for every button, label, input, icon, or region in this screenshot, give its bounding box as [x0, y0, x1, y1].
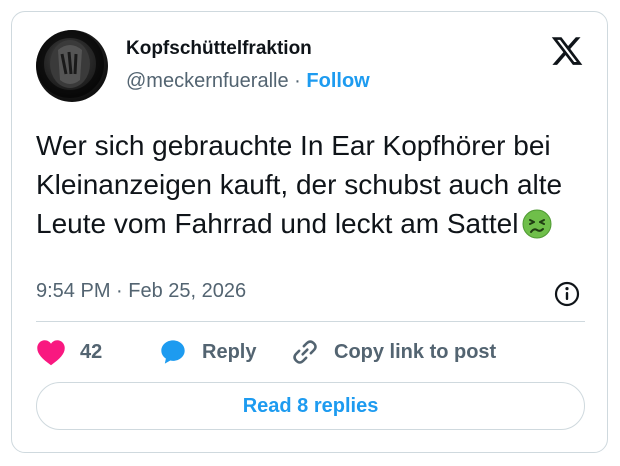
- tweet-text: Wer sich gebrauchte In Ear Kopfhörer bei…: [36, 126, 591, 243]
- tweet-card: Kopfschüttelfraktion @meckernfueralle · …: [11, 11, 608, 453]
- reply-bubble-icon: [161, 340, 185, 364]
- heart-icon: [37, 340, 65, 366]
- tweet-body: Wer sich gebrauchte In Ear Kopfhörer bei…: [36, 130, 563, 239]
- author-handle[interactable]: @meckernfueralle: [126, 70, 289, 92]
- x-logo-icon[interactable]: [550, 34, 584, 68]
- avatar[interactable]: [36, 30, 108, 102]
- reply-button[interactable]: Reply: [158, 338, 256, 366]
- handle-separator: ·: [294, 70, 301, 92]
- nauseated-face-icon: [522, 209, 552, 239]
- author-handle-row: @meckernfueralle · Follow: [126, 70, 370, 93]
- divider: [36, 321, 585, 322]
- like-count: 42: [80, 340, 103, 363]
- author-display-name[interactable]: Kopfschüttelfraktion: [126, 38, 312, 60]
- avatar-image: [36, 30, 104, 98]
- tweet-time: 9:54 PM: [36, 280, 111, 302]
- follow-button[interactable]: Follow: [306, 70, 369, 92]
- copy-link-button[interactable]: Copy link to post: [290, 338, 496, 366]
- reply-label: Reply: [202, 340, 257, 363]
- tweet-date: Feb 25, 2026: [128, 280, 247, 302]
- info-icon[interactable]: [553, 280, 581, 308]
- link-icon: [293, 340, 317, 364]
- like-button[interactable]: 42: [36, 338, 102, 366]
- read-replies-button[interactable]: Read 8 replies: [36, 382, 585, 430]
- copy-link-label: Copy link to post: [334, 340, 497, 363]
- date-separator: ·: [116, 280, 123, 302]
- tweet-timestamp[interactable]: 9:54 PM · Feb 25, 2026: [36, 280, 246, 303]
